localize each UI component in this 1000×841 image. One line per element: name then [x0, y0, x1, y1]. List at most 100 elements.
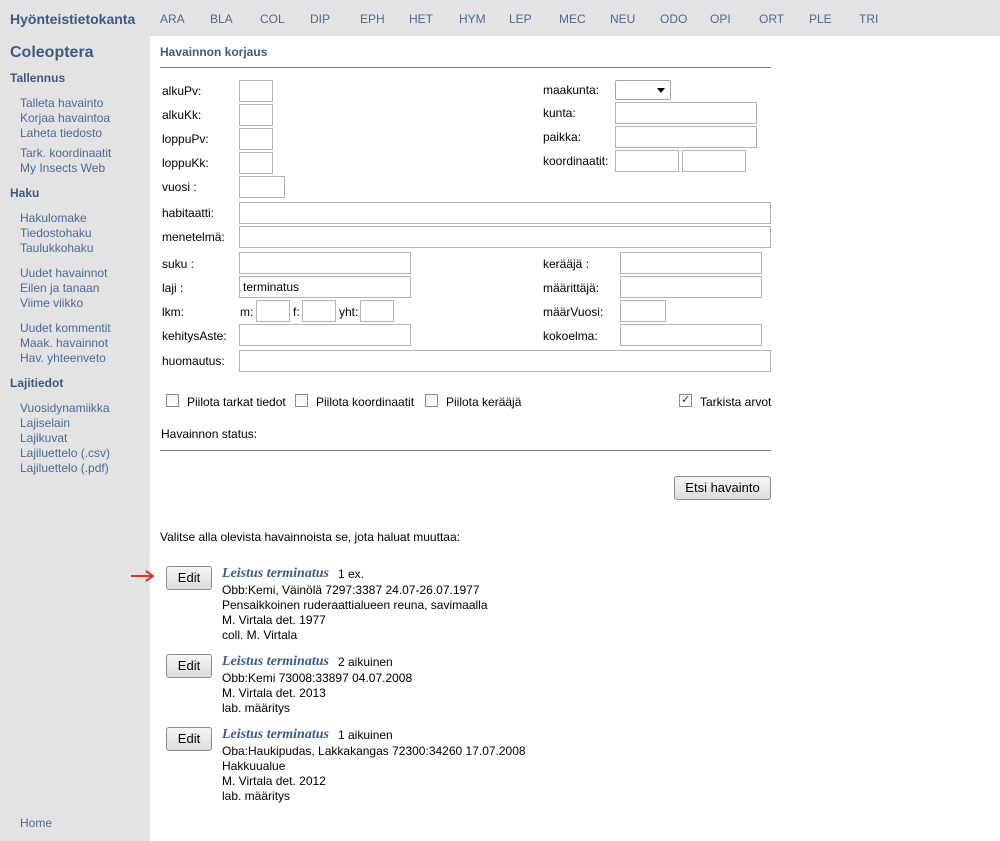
sidebar-link-uudet-kommentit[interactable]: Uudet kommentit	[20, 321, 111, 335]
kehitysaste-input[interactable]	[239, 324, 411, 346]
check-values-checkbox[interactable]	[679, 393, 692, 407]
nav-link-het[interactable]: HET	[409, 12, 433, 26]
alkupv-input[interactable]	[239, 80, 273, 102]
paikka-input[interactable]	[615, 126, 757, 148]
sidebar-link-lajikuvat[interactable]: Lajikuvat	[20, 431, 67, 445]
nav-link-col[interactable]: COL	[260, 12, 285, 26]
hide-details-label: Piilota tarkat tiedot	[187, 395, 286, 409]
chevron-down-icon	[657, 88, 665, 93]
nav-link-tri[interactable]: TRI	[859, 12, 878, 26]
nav-link-neu[interactable]: NEU	[610, 12, 635, 26]
nav-link-opi[interactable]: OPI	[710, 12, 731, 26]
habitaatti-input[interactable]	[239, 202, 771, 224]
nav-link-hym[interactable]: HYM	[459, 12, 486, 26]
species-link[interactable]: Leistus terminatus	[222, 566, 329, 582]
koordinaatit-label: koordinaatit:	[543, 154, 609, 168]
hide-coordinates-checkbox[interactable]	[295, 394, 308, 407]
edit-button[interactable]: Edit	[166, 727, 212, 751]
specimen-count: 1 ex.	[338, 567, 365, 581]
hide-details-checkbox[interactable]	[166, 394, 179, 407]
kunta-input[interactable]	[615, 102, 757, 124]
sidebar-heading-tallennus: Tallennus	[10, 71, 66, 85]
form-title: Havainnon korjaus	[160, 45, 268, 59]
male-count-input[interactable]	[256, 300, 290, 322]
sidebar-link-taulukkohaku[interactable]: Taulukkohaku	[20, 241, 93, 255]
nav-link-bla[interactable]: BLA	[210, 12, 233, 26]
paikka-label: paikka:	[543, 130, 582, 144]
search-observation-button[interactable]: Etsi havainto	[674, 476, 771, 500]
loppukk-input[interactable]	[239, 152, 273, 174]
species-link[interactable]: Leistus terminatus	[222, 727, 329, 743]
sidebar-link-lajiselain[interactable]: Lajiselain	[20, 416, 70, 430]
sidebar-title: Coleoptera	[10, 44, 94, 61]
observation-status-label: Havainnon status:	[161, 427, 258, 441]
sidebar-link-lajiluettelo-pdf[interactable]: Lajiluettelo (.pdf)	[20, 461, 109, 475]
sidebar-link-my-insects-web[interactable]: My Insects Web	[20, 161, 105, 175]
huomautus-input[interactable]	[239, 350, 771, 372]
habitaatti-label: habitaatti:	[162, 206, 215, 220]
maarittaja-input[interactable]	[620, 276, 762, 298]
maarvuosi-input[interactable]	[620, 300, 666, 322]
kokoelma-input[interactable]	[620, 324, 762, 346]
koordinaatit-e-input[interactable]	[682, 150, 746, 172]
sidebar-link-laheta-tiedosto[interactable]: Laheta tiedosto	[20, 126, 102, 140]
observation-location: Obb:Kemi 73008:33897 04.07.2008	[222, 671, 413, 685]
suku-label: suku :	[162, 257, 195, 271]
sidebar-link-talleta-havainto[interactable]: Talleta havainto	[20, 96, 103, 110]
maakunta-select[interactable]	[615, 80, 671, 100]
nav-link-odo[interactable]: ODO	[660, 12, 687, 26]
hide-collector-checkbox[interactable]	[425, 394, 438, 407]
laji-label: laji :	[162, 281, 184, 295]
suku-input[interactable]	[239, 252, 411, 274]
sidebar-link-vuosidynamiikka[interactable]: Vuosidynamiikka	[20, 401, 110, 415]
form-bottom-divider	[160, 450, 771, 451]
sidebar-link-viime-viikko[interactable]: Viime viikko	[20, 296, 83, 310]
keraaja-input[interactable]	[620, 252, 762, 274]
female-count-input[interactable]	[302, 300, 336, 322]
total-count-input[interactable]	[360, 300, 394, 322]
observation-location: Oba:Haukipudas, Lakkakangas 72300:34260 …	[222, 744, 526, 758]
observation-determiner: M. Virtala det. 2012	[222, 774, 326, 788]
loppukk-label: loppuKk:	[162, 156, 209, 170]
nav-link-ple[interactable]: PLE	[809, 12, 832, 26]
nav-link-lep[interactable]: LEP	[509, 12, 532, 26]
edit-button[interactable]: Edit	[166, 566, 212, 590]
edit-button[interactable]: Edit	[166, 654, 212, 678]
sidebar-link-maak-havainnot[interactable]: Maak. havainnot	[20, 336, 108, 350]
koordinaatit-n-input[interactable]	[615, 150, 679, 172]
sidebar-link-tark-koordinaatit[interactable]: Tark. koordinaatit	[20, 146, 111, 160]
nav-link-dip[interactable]: DIP	[310, 12, 330, 26]
male-count-label: m:	[240, 305, 254, 319]
species-link[interactable]: Leistus terminatus	[222, 654, 329, 670]
vuosi-input[interactable]	[239, 176, 285, 198]
observation-habitat: Pensaikkoinen ruderaattialueen reuna, sa…	[222, 598, 488, 612]
maarittaja-label: määrittäjä:	[543, 281, 600, 295]
nav-link-ara[interactable]: ARA	[160, 12, 185, 26]
menetelma-input[interactable]	[239, 226, 771, 248]
brand-link[interactable]: Hyönteistietokanta	[10, 11, 135, 27]
specimen-count: 2 aikuinen	[338, 655, 393, 669]
sidebar-link-eilen-ja-tanaan[interactable]: Eilen ja tanaan	[20, 281, 99, 295]
sidebar-link-tiedostohaku[interactable]: Tiedostohaku	[20, 226, 92, 240]
kokoelma-label: kokoelma:	[543, 329, 598, 343]
menetelma-label: menetelmä:	[162, 230, 225, 244]
nav-link-eph[interactable]: EPH	[360, 12, 385, 26]
check-values-label: Tarkista arvot	[700, 395, 772, 409]
alkukk-label: alkuKk:	[162, 108, 202, 122]
nav-link-mec[interactable]: MEC	[559, 12, 586, 26]
sidebar-heading-haku: Haku	[10, 186, 40, 200]
kunta-label: kunta:	[543, 106, 576, 120]
sidebar-link-korjaa-havaintoa[interactable]: Korjaa havaintoa	[20, 111, 110, 125]
observation-habitat: Hakkuualue	[222, 759, 286, 773]
sidebar-link-lajiluettelo-csv[interactable]: Lajiluettelo (.csv)	[20, 446, 110, 460]
sidebar-link-home[interactable]: Home	[20, 816, 52, 830]
sidebar-link-hakulomake[interactable]: Hakulomake	[20, 211, 87, 225]
sidebar-link-hav-yhteenveto[interactable]: Hav. yhteenveto	[20, 351, 106, 365]
laji-input[interactable]	[239, 276, 411, 298]
loppupv-input[interactable]	[239, 128, 273, 150]
nav-link-ort[interactable]: ORT	[759, 12, 784, 26]
sidebar-link-uudet-havainnot[interactable]: Uudet havainnot	[20, 266, 107, 280]
alkukk-input[interactable]	[239, 104, 273, 126]
lkm-label: lkm:	[162, 305, 184, 319]
observation-location: Obb:Kemi, Väinölä 7297:3387 24.07-26.07.…	[222, 583, 480, 597]
